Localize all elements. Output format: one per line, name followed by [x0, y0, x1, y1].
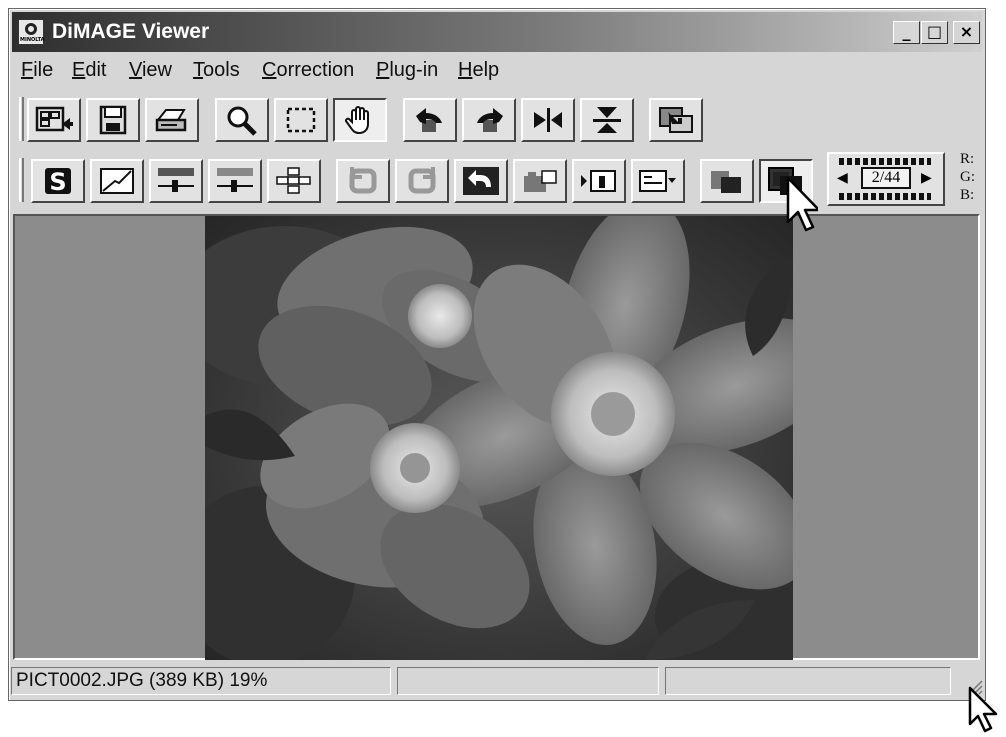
status-pane-2 [397, 667, 659, 695]
rgb-readout-b: B: [960, 187, 975, 203]
photo-flower-image [205, 216, 793, 660]
app-logo-icon [18, 19, 45, 45]
status-pane-3 [665, 667, 951, 695]
redo-button[interactable] [395, 159, 449, 203]
status-file-info: PICT0002.JPG (389 KB) 19% [11, 667, 391, 695]
print-icon [155, 109, 187, 132]
print-button[interactable] [145, 98, 199, 142]
hue-saturation-icon [217, 168, 253, 192]
rgb-readout-r: R: [960, 151, 975, 167]
display-mode-icon [639, 170, 676, 192]
rotate-right-icon [477, 108, 503, 132]
next-frame-button[interactable]: ▶ [921, 170, 932, 186]
rotate-left-icon [416, 108, 442, 132]
undo-all-icon [463, 167, 499, 195]
menu-plug-in[interactable]: Plug-in [376, 59, 438, 82]
display-mode-button[interactable] [631, 159, 685, 203]
svg-text:S: S [49, 168, 66, 196]
save-button[interactable] [86, 98, 140, 142]
correction-toolbar: S [15, 154, 821, 206]
color-space-button[interactable]: S [31, 159, 85, 203]
hue-saturation-button[interactable] [208, 159, 262, 203]
tone-curve-icon [100, 168, 134, 194]
snapshot-button[interactable] [513, 159, 567, 203]
menu-view[interactable]: View [129, 59, 172, 82]
snapshot-icon [524, 170, 557, 192]
select-button[interactable] [274, 98, 328, 142]
undo-icon [349, 167, 377, 194]
toolbar-grip[interactable] [19, 158, 24, 202]
save-icon [99, 105, 127, 135]
variation-button[interactable] [267, 159, 321, 203]
rgb-readout-g: G: [960, 169, 975, 185]
image-viewport[interactable] [13, 214, 980, 660]
menu-help[interactable]: Help [458, 59, 499, 82]
flip-vertical-button[interactable] [580, 98, 634, 142]
pre-post-button[interactable] [572, 159, 626, 203]
minimize-button[interactable]: _ [893, 21, 920, 44]
save-corrected-button[interactable] [649, 98, 703, 142]
maximize-button[interactable]: □ [921, 21, 948, 44]
menu-correction[interactable]: Correction [262, 59, 354, 82]
undo-all-button[interactable] [454, 159, 508, 203]
mouse-pointer-icon [786, 176, 818, 232]
prev-frame-button[interactable]: ◀ [837, 170, 848, 186]
hand-icon [345, 106, 369, 135]
flip-horizontal-icon [534, 108, 562, 132]
menu-file[interactable]: File [21, 59, 53, 82]
menu-edit[interactable]: Edit [72, 59, 106, 82]
hand-button[interactable] [333, 98, 387, 142]
brightness-contrast-button[interactable] [149, 159, 203, 203]
close-button[interactable]: × [953, 21, 980, 44]
menu-bar: File Edit View Tools Correction Plug-in … [12, 53, 982, 89]
rotate-left-button[interactable] [403, 98, 457, 142]
mouse-pointer-icon [968, 686, 998, 733]
thumbnail-view-icon [35, 106, 73, 132]
tone-curve-button[interactable] [90, 159, 144, 203]
film-strip-top [839, 158, 931, 165]
thumbnail-view-button[interactable] [27, 98, 81, 142]
save-corrected-icon [659, 107, 693, 133]
variation-icon [276, 167, 311, 194]
select-icon [286, 107, 316, 133]
viewer-window: DiMAGE Viewer _ □ × File Edit View Tools… [8, 8, 986, 701]
status-bar: PICT0002.JPG (389 KB) 19% [9, 665, 987, 699]
redo-icon [408, 167, 436, 194]
rotate-right-button[interactable] [462, 98, 516, 142]
color-space-icon: S [45, 168, 71, 196]
menu-tools[interactable]: Tools [193, 59, 240, 82]
brightness-contrast-icon [158, 168, 194, 192]
frame-counter: 2/44 [861, 167, 911, 189]
zoom-icon [227, 106, 257, 136]
flip-horizontal-button[interactable] [521, 98, 575, 142]
zoom-button[interactable] [215, 98, 269, 142]
undo-button[interactable] [336, 159, 390, 203]
window-title: DiMAGE Viewer [52, 20, 210, 43]
compare-button[interactable] [700, 159, 754, 203]
compare-icon [711, 171, 741, 193]
toolbar-grip[interactable] [19, 97, 24, 141]
main-toolbar [15, 93, 747, 145]
flip-vertical-icon [593, 107, 621, 133]
title-bar[interactable]: DiMAGE Viewer _ □ × [12, 12, 982, 52]
film-strip-bottom [839, 193, 931, 200]
pre-post-icon [581, 170, 616, 192]
frame-navigator: ◀ 2/44 ▶ [827, 152, 945, 206]
